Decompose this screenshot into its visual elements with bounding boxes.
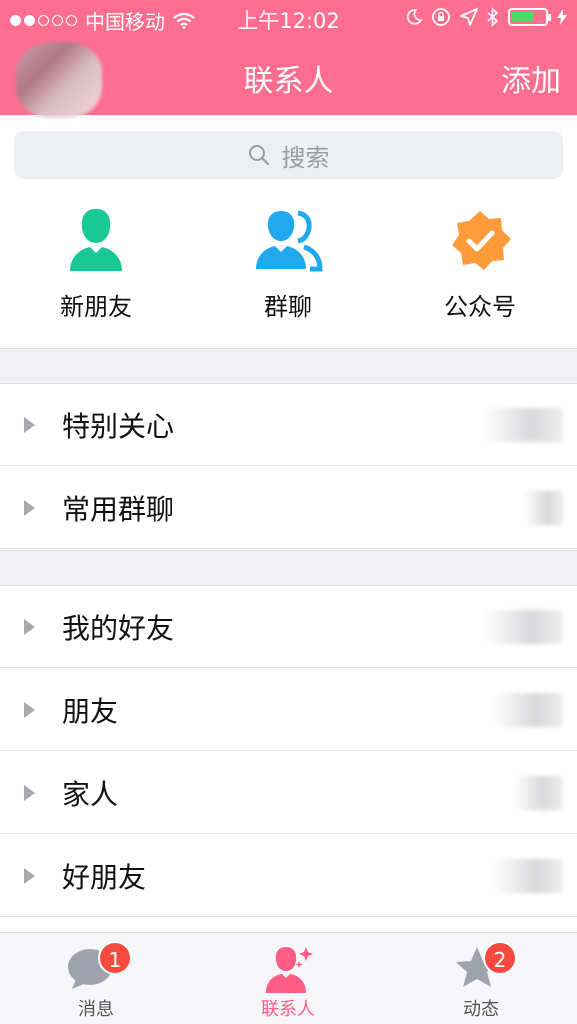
- list-item-frequent-groups[interactable]: 常用群聊: [0, 467, 577, 549]
- tab-messages[interactable]: 1 消息: [0, 933, 192, 1024]
- add-button[interactable]: 添加: [501, 56, 561, 100]
- group-count-blurred: [493, 858, 563, 893]
- list-item-my-friends[interactable]: 我的好友: [0, 586, 577, 668]
- group-count-blurred: [493, 692, 563, 727]
- contacts-icon-wrap: [258, 943, 318, 993]
- group-name: 我的好友: [62, 611, 175, 645]
- location-icon: [460, 8, 478, 26]
- new-friend-label: 新朋友: [60, 293, 132, 321]
- official-account-entry[interactable]: 公众号: [405, 205, 555, 322]
- official-account-label: 公众号: [444, 293, 516, 321]
- list-item-family[interactable]: 家人: [0, 752, 577, 834]
- section-divider: [0, 348, 577, 384]
- group-chat-icon: [256, 210, 323, 272]
- expand-arrow-icon: [24, 701, 35, 718]
- official-account-icon: [452, 211, 511, 270]
- status-bar: 中国移动 上午12:02: [0, 0, 577, 38]
- group-count-blurred: [483, 407, 563, 442]
- contacts-icon: [266, 947, 313, 993]
- star-icon-wrap: 2: [451, 941, 517, 993]
- search-icon: [248, 145, 269, 166]
- battery-icon: [508, 8, 551, 26]
- group-chat-entry[interactable]: 群聊: [213, 205, 363, 322]
- tab-label: 消息: [78, 999, 114, 1020]
- list-item-good-friends[interactable]: 好朋友: [0, 835, 577, 917]
- message-icon-wrap: 1: [66, 941, 132, 993]
- expand-arrow-icon: [24, 618, 35, 635]
- expand-arrow-icon: [24, 416, 35, 433]
- tab-label: 联系人: [261, 999, 315, 1020]
- new-friend-entry[interactable]: 新朋友: [21, 205, 171, 322]
- tab-label: 动态: [463, 999, 499, 1020]
- expand-arrow-icon: [24, 784, 35, 801]
- tab-moments[interactable]: 2 动态: [385, 933, 577, 1024]
- search-placeholder: 搜索: [281, 143, 330, 172]
- group-name: 朋友: [62, 694, 119, 728]
- moments-badge: 2: [483, 941, 517, 975]
- page-title: 联系人: [243, 64, 334, 99]
- expand-arrow-icon: [24, 499, 35, 516]
- group-name: 常用群聊: [62, 492, 175, 526]
- new-friend-icon: [70, 209, 122, 271]
- search-input[interactable]: 搜索: [14, 131, 563, 179]
- expand-arrow-icon: [24, 867, 35, 884]
- bluetooth-icon: [487, 7, 499, 27]
- tab-bar: 1 消息 联系人 2 动态: [0, 932, 577, 1024]
- list-item-special-care[interactable]: 特别关心: [0, 384, 577, 466]
- charging-icon: [557, 9, 567, 25]
- moon-icon: [406, 9, 422, 25]
- group-count-blurred: [523, 490, 563, 525]
- group-count-blurred: [513, 775, 563, 810]
- group-count-blurred: [483, 609, 563, 644]
- group-name: 家人: [62, 777, 119, 811]
- rotation-lock-icon: [432, 8, 450, 26]
- messages-badge: 1: [98, 941, 132, 975]
- group-chat-label: 群聊: [264, 293, 312, 321]
- section-divider: [0, 550, 577, 586]
- tab-contacts[interactable]: 联系人: [192, 933, 384, 1024]
- header-bar: 中国移动 上午12:02 联系人 添加: [0, 0, 577, 118]
- group-name: 特别关心: [62, 409, 175, 443]
- group-name: 好朋友: [62, 860, 147, 894]
- list-item-friends[interactable]: 朋友: [0, 669, 577, 751]
- status-right: [406, 7, 567, 27]
